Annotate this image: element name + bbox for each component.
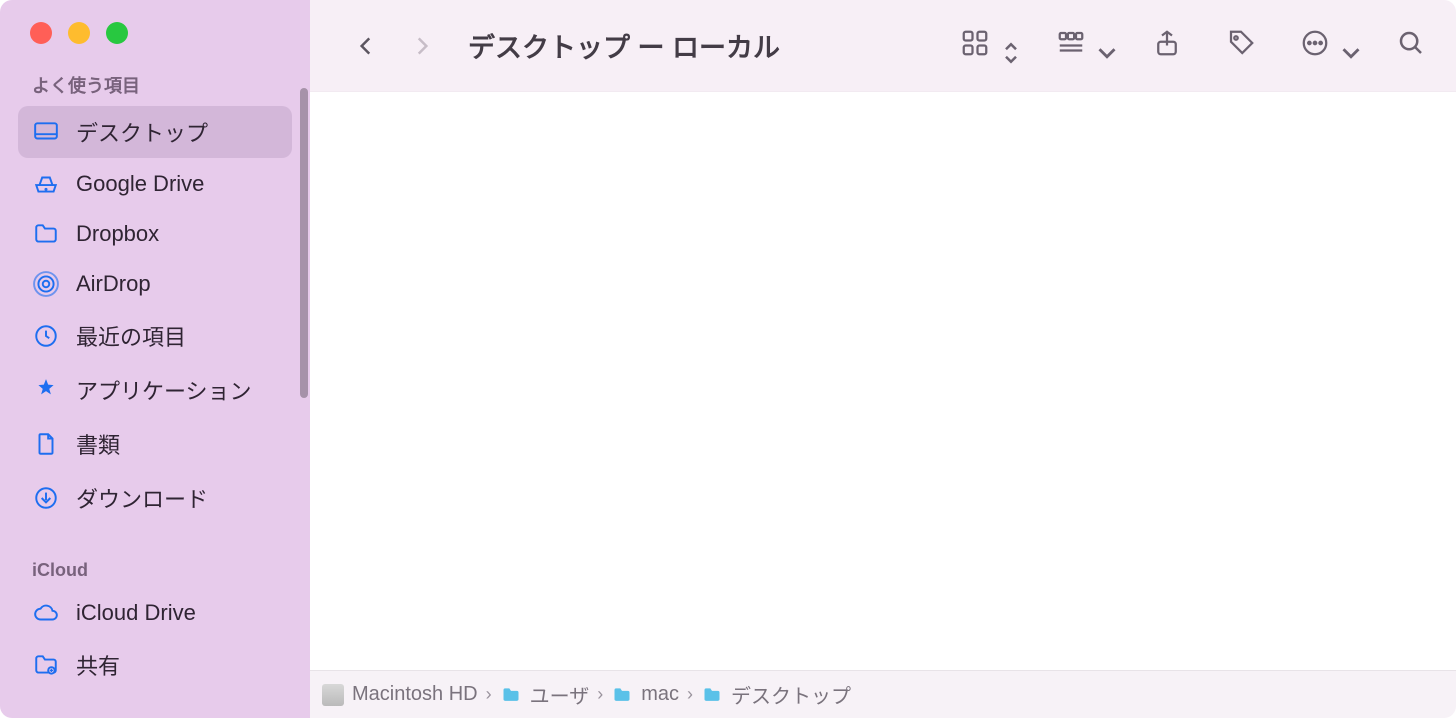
nav-buttons: [310, 24, 450, 68]
chevron-down-icon: [1336, 38, 1352, 54]
close-button[interactable]: [30, 22, 52, 44]
sidebar-item-label: Google Drive: [76, 171, 204, 197]
sidebar-item-label: 共有: [76, 649, 120, 681]
cloud-icon: [32, 599, 60, 627]
shared-icon: [32, 651, 60, 679]
share-button[interactable]: [1152, 28, 1182, 63]
finder-window: よく使う項目 デスクトップ Google Drive Dropbox: [0, 0, 1456, 718]
folder-icon: [500, 684, 522, 706]
sidebar-item-documents[interactable]: 書類: [18, 418, 292, 470]
sidebar-icloud: iCloud Drive 共有: [0, 589, 310, 693]
minimize-button[interactable]: [68, 22, 90, 44]
sidebar-section-header-favorites: よく使う項目: [0, 66, 310, 106]
group-by-button[interactable]: [1056, 28, 1108, 63]
path-seg-desktop[interactable]: デスクトップ: [701, 680, 851, 709]
sidebar-item-icloud-drive[interactable]: iCloud Drive: [18, 589, 292, 637]
sidebar-item-recents[interactable]: 最近の項目: [18, 310, 292, 362]
forward-button[interactable]: [404, 24, 440, 68]
sidebar-item-airdrop[interactable]: AirDrop: [18, 260, 292, 308]
sidebar: よく使う項目 デスクトップ Google Drive Dropbox: [0, 0, 310, 718]
actions-button[interactable]: [1300, 28, 1352, 63]
path-separator: ›: [595, 684, 605, 705]
apps-icon: [32, 376, 60, 404]
toolbar-actions: [960, 28, 1438, 63]
sidebar-item-google-drive[interactable]: Google Drive: [18, 160, 292, 208]
content-area[interactable]: [310, 92, 1456, 670]
path-label: ユーザ: [530, 680, 590, 709]
sidebar-item-label: ダウンロード: [76, 482, 208, 514]
toolbar: デスクトップ ー ローカル: [310, 0, 1456, 92]
back-button[interactable]: [348, 24, 384, 68]
window-controls: [0, 0, 310, 66]
disk-icon: [322, 684, 344, 706]
sidebar-item-label: iCloud Drive: [76, 600, 196, 626]
group-icon: [1056, 28, 1086, 63]
path-separator: ›: [484, 684, 494, 705]
path-seg-mac[interactable]: mac: [611, 683, 679, 706]
sidebar-item-shared[interactable]: 共有: [18, 639, 292, 691]
path-seg-disk[interactable]: Macintosh HD: [322, 683, 478, 706]
airdrop-icon: [32, 270, 60, 298]
search-icon: [1396, 28, 1426, 63]
sidebar-item-label: 最近の項目: [76, 320, 186, 352]
more-icon: [1300, 28, 1330, 63]
sidebar-item-label: デスクトップ: [76, 116, 208, 148]
maximize-button[interactable]: [106, 22, 128, 44]
sidebar-item-dropbox[interactable]: Dropbox: [18, 210, 292, 258]
path-separator: ›: [685, 684, 695, 705]
folder-icon: [32, 220, 60, 248]
tag-icon: [1226, 28, 1256, 63]
grid-icon: [960, 28, 990, 63]
path-label: mac: [641, 683, 679, 706]
chevron-updown-icon: [996, 38, 1012, 54]
doc-icon: [32, 430, 60, 458]
path-label: Macintosh HD: [352, 683, 478, 706]
view-mode-button[interactable]: [960, 28, 1012, 63]
clock-icon: [32, 322, 60, 350]
sidebar-item-applications[interactable]: アプリケーション: [18, 364, 292, 416]
folder-icon: [611, 684, 633, 706]
main-panel: デスクトップ ー ローカル: [310, 0, 1456, 718]
drive-icon: [32, 170, 60, 198]
search-button[interactable]: [1396, 28, 1426, 63]
sidebar-item-downloads[interactable]: ダウンロード: [18, 472, 292, 524]
path-bar: Macintosh HD › ユーザ › mac › デス: [310, 670, 1456, 718]
download-icon: [32, 484, 60, 512]
sidebar-item-label: アプリケーション: [76, 374, 252, 406]
sidebar-section-header-icloud: iCloud: [0, 554, 310, 589]
window-title: デスクトップ ー ローカル: [450, 26, 780, 65]
folder-icon: [701, 684, 723, 706]
sidebar-item-label: AirDrop: [76, 271, 151, 297]
sidebar-favorites: デスクトップ Google Drive Dropbox AirDrop: [0, 106, 310, 526]
sidebar-scrollbar[interactable]: [300, 88, 308, 398]
chevron-down-icon: [1092, 38, 1108, 54]
sidebar-item-label: Dropbox: [76, 221, 159, 247]
sidebar-item-desktop[interactable]: デスクトップ: [18, 106, 292, 158]
path-label: デスクトップ: [731, 680, 851, 709]
desktop-icon: [32, 118, 60, 146]
share-icon: [1152, 28, 1182, 63]
tags-button[interactable]: [1226, 28, 1256, 63]
path-seg-users[interactable]: ユーザ: [500, 680, 590, 709]
sidebar-item-label: 書類: [76, 428, 120, 460]
